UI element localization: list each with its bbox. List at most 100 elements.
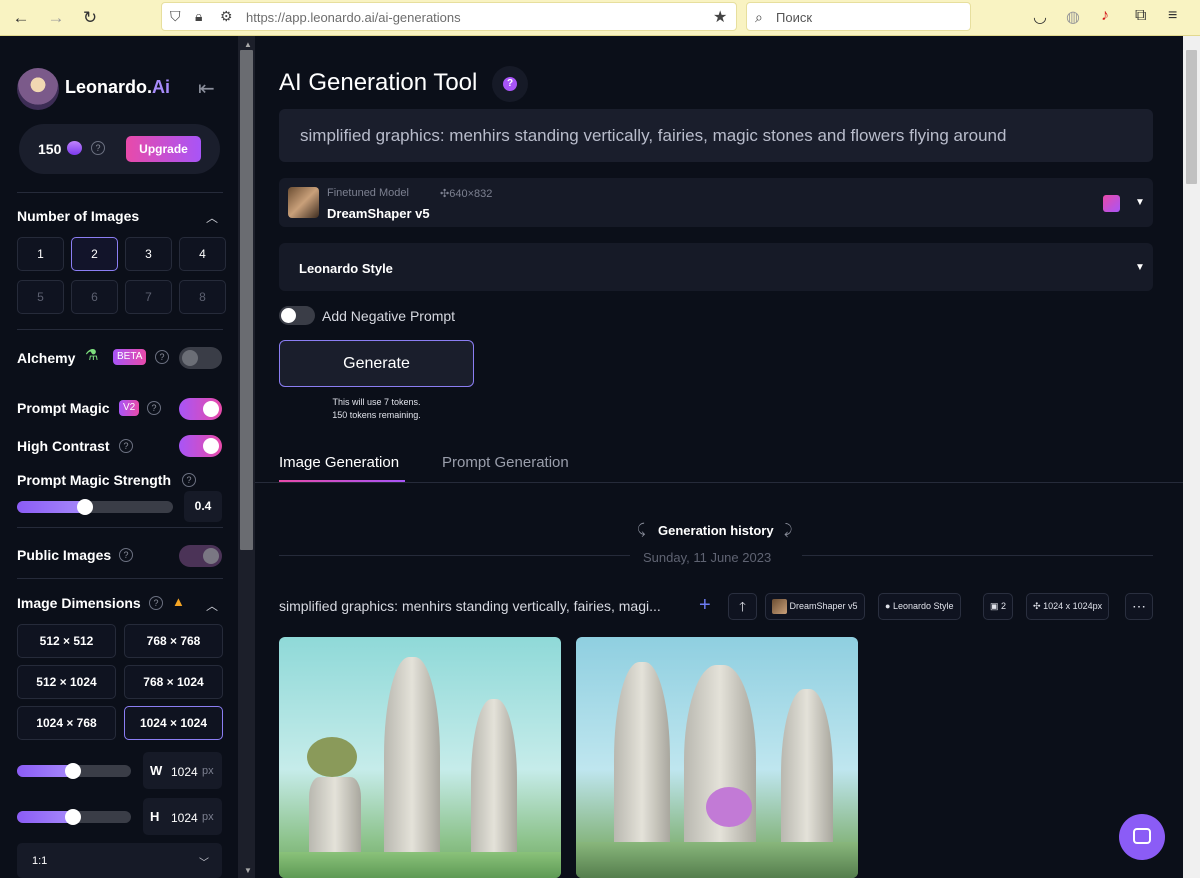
chevron-up-icon[interactable]: ︿	[206, 597, 218, 614]
strength-value[interactable]: 0.4	[184, 491, 222, 522]
sidebar-scroll-thumb[interactable]	[240, 50, 253, 550]
negative-prompt-toggle[interactable]	[279, 306, 315, 325]
globe-icon[interactable]: ◍	[1066, 7, 1080, 27]
help-icon[interactable]: ?	[119, 439, 133, 453]
num-images-5[interactable]: 5	[17, 280, 64, 314]
aspect-ratio-select[interactable]: 1:1 ﹀	[17, 843, 222, 878]
height-slider[interactable]	[17, 809, 131, 825]
help-icon[interactable]: ?	[119, 548, 133, 562]
scroll-down-icon[interactable]: ▼	[244, 866, 252, 875]
page-scrollbar[interactable]	[1183, 36, 1200, 878]
help-icon[interactable]: ?	[91, 141, 105, 155]
help-icon[interactable]: ?	[155, 350, 169, 364]
num-images-1[interactable]: 1	[17, 237, 64, 271]
music-extension-icon[interactable]: ♪	[1101, 7, 1109, 25]
warning-icon: ▲	[172, 594, 185, 609]
slider-handle[interactable]	[77, 499, 93, 515]
count-chip[interactable]: ▣ 2	[983, 593, 1014, 620]
dimension-512x512[interactable]: 512 × 512	[17, 624, 116, 658]
page-title: AI Generation Tool	[279, 69, 478, 96]
brand-text: Leonardo.	[65, 77, 153, 97]
grass	[576, 842, 858, 878]
chip-model-text: DreamShaper v5	[789, 601, 858, 611]
search-placeholder: Поиск	[776, 10, 813, 25]
extensions-icon[interactable]: ⧉	[1135, 7, 1146, 25]
num-images-2[interactable]: 2	[71, 237, 118, 271]
width-slider[interactable]	[17, 763, 131, 779]
divider	[17, 329, 223, 330]
help-icon[interactable]: ?	[149, 596, 163, 610]
dimension-768x1024[interactable]: 768 × 1024	[124, 665, 223, 699]
model-selector[interactable]: Finetuned Model ✣640×832 DreamShaper v5 …	[279, 178, 1153, 227]
h-unit: px	[202, 811, 214, 823]
more-options-button[interactable]: ⋯	[1125, 593, 1153, 620]
alchemy-toggle[interactable]	[179, 347, 222, 369]
help-button[interactable]: ?	[492, 66, 528, 102]
browser-search-field[interactable]: ⌕ Поиск	[746, 2, 971, 31]
caret-down-icon[interactable]: ▼	[1135, 197, 1145, 208]
chevron-up-icon[interactable]: ︿	[206, 209, 218, 226]
high-contrast-label: High Contrast	[17, 438, 110, 454]
caret-down-icon: ▼	[1135, 262, 1145, 273]
help-icon[interactable]: ?	[147, 401, 161, 415]
num-images-8[interactable]: 8	[179, 280, 226, 314]
forward-arrow-icon[interactable]: →	[44, 6, 68, 30]
dimension-768x768[interactable]: 768 × 768	[124, 624, 223, 658]
prompt-magic-strength-label: Prompt Magic Strength	[17, 472, 172, 488]
style-value: Leonardo Style	[299, 261, 393, 276]
dimension-512x1024[interactable]: 512 × 1024	[17, 665, 116, 699]
high-contrast-toggle[interactable]	[179, 435, 222, 457]
divider	[17, 192, 223, 193]
bookmark-star-icon[interactable]: ★	[713, 7, 727, 27]
slider-handle[interactable]	[65, 809, 81, 825]
slider-handle[interactable]	[65, 763, 81, 779]
w-value: 1024	[171, 765, 198, 779]
page-scroll-thumb[interactable]	[1186, 50, 1197, 184]
pocket-icon[interactable]: ◡	[1033, 7, 1047, 27]
resize-icon: ✣	[1033, 601, 1041, 611]
collapse-sidebar-icon[interactable]: ⇤	[198, 76, 215, 101]
upscale-arrow-button[interactable]: 🡑	[728, 593, 757, 620]
arrow-right-down-icon: ⤸	[784, 521, 793, 537]
num-images-6[interactable]: 6	[71, 280, 118, 314]
help-icon[interactable]: ?	[182, 473, 196, 487]
reuse-prompt-icon[interactable]: +	[699, 594, 711, 617]
generation-history-label: Generation history	[658, 523, 774, 538]
leonardo-logo	[17, 68, 59, 110]
public-images-toggle[interactable]	[179, 545, 222, 567]
model-chip[interactable]: DreamShaper v5	[765, 593, 865, 620]
chat-support-button[interactable]	[1119, 814, 1165, 860]
sidebar-scrollbar[interactable]	[238, 36, 255, 878]
generate-button[interactable]: Generate	[279, 340, 474, 387]
prompt-magic-strength-slider[interactable]	[17, 499, 173, 515]
upgrade-button[interactable]: Upgrade	[126, 136, 201, 162]
tabs-divider	[255, 482, 1183, 483]
prompt-edit-icon[interactable]	[1103, 195, 1120, 212]
brand-suffix: Ai	[152, 77, 171, 97]
model-dimensions: ✣640×832	[440, 187, 492, 200]
num-images-3[interactable]: 3	[125, 237, 172, 271]
prompt-input[interactable]: simplified graphics: menhirs standing ve…	[279, 109, 1153, 162]
generated-image-1[interactable]	[279, 637, 561, 878]
size-chip[interactable]: ✣ 1024 x 1024px	[1026, 593, 1110, 620]
tab-image-generation[interactable]: Image Generation	[279, 454, 399, 471]
reload-icon[interactable]: ↻	[78, 6, 102, 30]
scroll-up-icon[interactable]: ▲	[244, 40, 252, 49]
dimension-1024x1024[interactable]: 1024 × 1024	[124, 706, 223, 740]
dimension-1024x768[interactable]: 1024 × 768	[17, 706, 116, 740]
height-input[interactable]: H 1024 px	[143, 798, 222, 835]
beta-badge: BETA	[113, 349, 147, 365]
num-images-7[interactable]: 7	[125, 280, 172, 314]
generated-image-2[interactable]	[576, 637, 858, 878]
tab-prompt-generation[interactable]: Prompt Generation	[442, 454, 569, 471]
prompt-text: simplified graphics: menhirs standing ve…	[300, 126, 1007, 145]
width-input[interactable]: W 1024 px	[143, 752, 222, 789]
prompt-magic-toggle[interactable]	[179, 398, 222, 420]
address-bar[interactable]: ⛉ 🔒︎ ⚙ https://app.leonardo.ai/ai-genera…	[161, 2, 737, 31]
number-of-images-label: Number of Images	[17, 208, 140, 224]
style-chip[interactable]: ● Leonardo Style	[878, 593, 961, 620]
num-images-4[interactable]: 4	[179, 237, 226, 271]
back-arrow-icon[interactable]: ←	[9, 6, 33, 30]
style-selector[interactable]: Leonardo Style ▼	[279, 243, 1153, 291]
menu-icon[interactable]: ≡	[1168, 7, 1177, 25]
